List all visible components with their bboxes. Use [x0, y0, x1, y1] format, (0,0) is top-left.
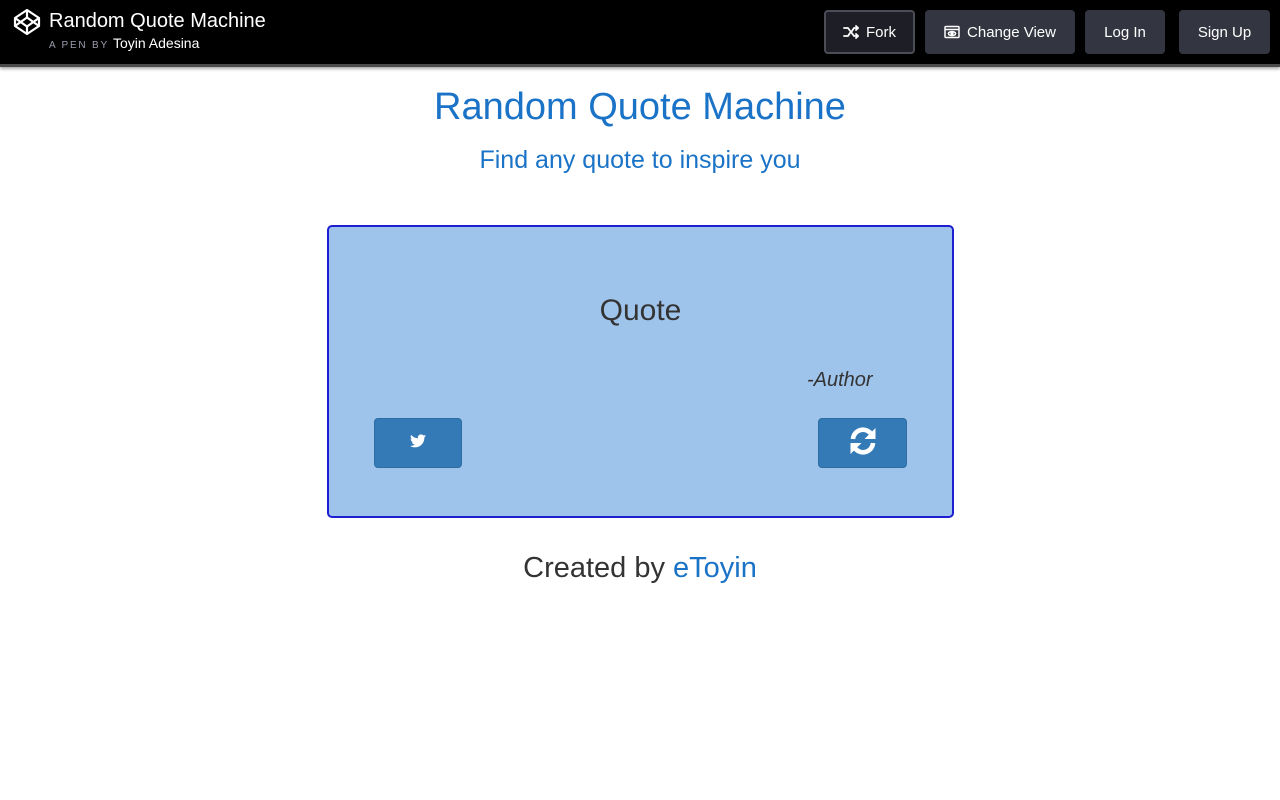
tweet-quote-button[interactable]: [374, 418, 462, 468]
twitter-icon: [410, 433, 426, 453]
creator-link[interactable]: eToyin: [673, 552, 757, 584]
page-title: Random Quote Machine: [434, 86, 846, 128]
pen-byline: A PEN BY Toyin Adesina: [49, 35, 199, 54]
quote-text: Quote: [599, 294, 682, 327]
footer-credit: Created by eToyin: [0, 550, 1280, 586]
new-quote-button[interactable]: [818, 418, 907, 468]
footer-prefix: Created by: [523, 552, 665, 584]
page-subtitle: Find any quote to inspire you: [479, 146, 801, 174]
fork-button[interactable]: Fork: [824, 10, 915, 54]
fork-label: Fork: [866, 23, 896, 41]
change-view-label: Change View: [967, 23, 1056, 41]
signup-button[interactable]: Sign Up: [1179, 10, 1270, 54]
refresh-icon: [847, 425, 879, 462]
byline-prefix: A PEN BY: [49, 40, 109, 51]
quote-box: Quote -Author: [327, 225, 954, 518]
fork-icon: [843, 25, 859, 39]
change-view-button[interactable]: Change View: [925, 10, 1075, 54]
change-view-icon: [944, 25, 960, 39]
login-button[interactable]: Log In: [1085, 10, 1165, 54]
codepen-icon[interactable]: [13, 8, 41, 36]
login-label: Log In: [1104, 23, 1146, 41]
quote-author: -Author: [807, 369, 873, 391]
signup-label: Sign Up: [1197, 23, 1252, 41]
pen-author-link[interactable]: Toyin Adesina: [113, 35, 199, 51]
pen-title: Random Quote Machine: [49, 10, 266, 32]
codepen-header: Random Quote Machine A PEN BY Toyin Adesi…: [0, 0, 1280, 64]
